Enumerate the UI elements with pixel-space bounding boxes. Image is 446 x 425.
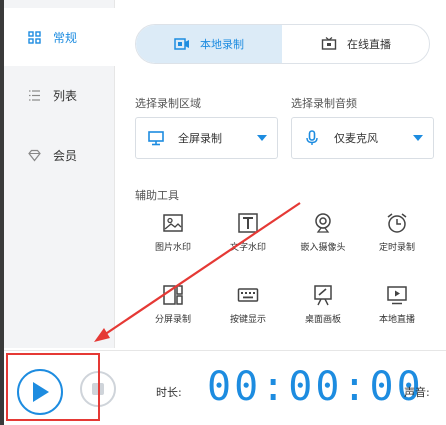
- tool-label: 文字水印: [229, 243, 266, 253]
- grid-icon: [28, 30, 41, 44]
- webcam-icon: [315, 213, 331, 233]
- audio-value: 仅麦克风: [334, 132, 378, 145]
- region-select[interactable]: 全屏录制: [135, 117, 278, 159]
- tool-label: 嵌入摄像头: [300, 243, 346, 253]
- start-record-button[interactable]: [17, 369, 63, 415]
- image-icon: [163, 214, 183, 232]
- local-live-icon: [387, 286, 407, 305]
- tool-label: 分屏录制: [154, 315, 191, 325]
- play-icon: [33, 382, 49, 402]
- sidebar-item-label: 会员: [53, 148, 78, 163]
- sidebar-item-label: 常规: [53, 30, 78, 45]
- tab-local-record[interactable]: 本地录制: [136, 25, 282, 63]
- tool-image-watermark[interactable]: 图片水印: [138, 212, 208, 253]
- tool-label: 定时录制: [378, 243, 415, 253]
- tool-label: 本地直播: [378, 315, 415, 325]
- stop-icon: [92, 383, 104, 395]
- diamond-icon: [28, 149, 41, 161]
- tools-title: 辅助工具: [135, 189, 179, 202]
- video-camera-icon: [174, 38, 189, 50]
- region-value: 全屏录制: [178, 132, 222, 145]
- volume-label: 声音:: [404, 386, 430, 399]
- tab-online-live[interactable]: 在线直播: [282, 25, 429, 63]
- duration-timer: 00:00:00: [207, 364, 424, 410]
- mode-tabs: 本地录制 在线直播: [135, 24, 430, 64]
- drawing-board-icon: [314, 285, 332, 306]
- keyboard-icon: [237, 288, 259, 302]
- audio-select[interactable]: 仅麦克风: [291, 117, 434, 159]
- tab-label: 在线直播: [347, 38, 391, 51]
- list-icon: [29, 89, 40, 101]
- tool-embed-webcam[interactable]: 嵌入摄像头: [288, 212, 358, 253]
- alarm-clock-icon: [387, 213, 407, 233]
- stop-record-button[interactable]: [80, 371, 116, 407]
- tool-desktop-whiteboard[interactable]: 桌面画板: [288, 284, 358, 325]
- sidebar-item-list[interactable]: 列表: [4, 66, 115, 124]
- region-label: 选择录制区域: [135, 97, 201, 110]
- tv-icon: [321, 37, 337, 50]
- tool-label: 图片水印: [154, 243, 191, 253]
- duration-label: 时长:: [156, 386, 182, 399]
- control-bar: 时长: 00:00:00 声音:: [4, 350, 446, 425]
- tool-keystroke-display[interactable]: 按键显示: [213, 284, 283, 325]
- text-icon: [238, 213, 258, 233]
- tool-label: 桌面画板: [304, 315, 341, 325]
- audio-label: 选择录制音频: [291, 97, 357, 110]
- chevron-down-icon: [413, 135, 423, 141]
- sidebar-item-label: 列表: [53, 88, 78, 103]
- microphone-icon: [306, 130, 318, 145]
- tool-scheduled-record[interactable]: 定时录制: [362, 212, 432, 253]
- app-window: 常规 列表 会员 本地录制 在线直播 选择录制区域 全屏录制 选择录制音频 仅麦…: [4, 0, 446, 425]
- split-screen-icon: [163, 285, 183, 305]
- sidebar-item-general[interactable]: 常规: [4, 8, 116, 66]
- tool-text-watermark[interactable]: 文字水印: [213, 212, 283, 253]
- tab-label: 本地录制: [200, 38, 244, 51]
- sidebar-item-member[interactable]: 会员: [4, 126, 115, 184]
- tool-split-screen[interactable]: 分屏录制: [138, 284, 208, 325]
- tool-label: 按键显示: [229, 315, 266, 325]
- sidebar: 常规 列表 会员: [4, 0, 116, 348]
- monitor-icon: [148, 131, 164, 146]
- chevron-down-icon: [257, 135, 267, 141]
- tool-local-live[interactable]: 本地直播: [362, 284, 432, 325]
